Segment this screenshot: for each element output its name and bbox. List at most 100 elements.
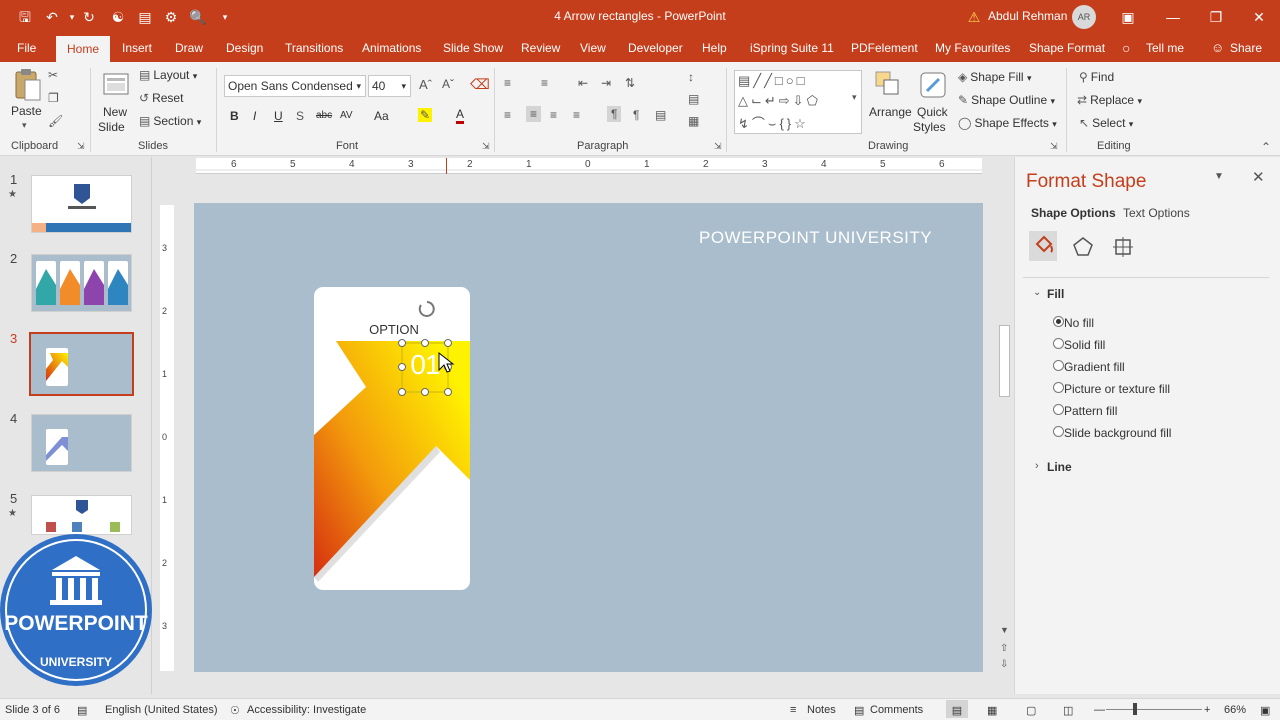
shapes-row-3[interactable]: ↯⌒⌣{}☆ xyxy=(738,113,809,132)
chevron-down-icon[interactable]: ⌄ xyxy=(1033,287,1041,298)
user-name[interactable]: Abdul Rehman xyxy=(988,9,1067,23)
previous-slide-icon[interactable]: ⇧ xyxy=(1000,643,1008,654)
next-slide-icon[interactable]: ⇩ xyxy=(1000,659,1008,670)
slide-thumbnail-2[interactable] xyxy=(31,254,132,312)
quick-styles-label[interactable]: Quick xyxy=(917,105,948,119)
tab-developer[interactable]: Developer xyxy=(628,34,683,62)
slide-thumbnail-1[interactable] xyxy=(31,175,132,233)
close-icon[interactable]: ✕ xyxy=(1244,6,1274,28)
text-shadow-icon[interactable]: S xyxy=(296,109,304,123)
drawing-launcher-icon[interactable]: ⇲ xyxy=(1050,141,1058,152)
shape-effects-button[interactable]: ◯ Shape Effects ▾ xyxy=(958,116,1057,130)
comments-icon[interactable]: ▤ xyxy=(854,704,864,717)
collapse-ribbon-icon[interactable]: ⌃ xyxy=(1261,140,1271,154)
arrange-icon[interactable] xyxy=(874,70,902,100)
find-button[interactable]: ⚲ Find xyxy=(1079,70,1114,84)
radio-slide-bg-fill[interactable] xyxy=(1053,426,1064,437)
warning-icon[interactable]: ⚠ xyxy=(964,8,984,26)
size-properties-icon[interactable] xyxy=(1111,235,1135,259)
radio-no-fill[interactable] xyxy=(1053,316,1064,327)
gallery-more-icon[interactable]: ▾ xyxy=(852,92,857,103)
quick-styles-label-2[interactable]: Styles xyxy=(913,120,946,134)
new-slide-label[interactable]: New xyxy=(103,105,127,119)
slide-sorter-icon[interactable]: ▦ xyxy=(987,704,997,717)
tab-pdfelement[interactable]: PDFelement xyxy=(851,34,918,62)
slide-title[interactable]: POWERPOINT UNIVERSITY xyxy=(699,228,959,248)
paste-button[interactable]: Paste xyxy=(11,104,42,118)
zoom-out-icon[interactable]: — xyxy=(1094,704,1105,716)
align-left-icon[interactable]: ≡ xyxy=(504,108,511,122)
accessibility-status[interactable]: Accessibility: Investigate xyxy=(247,704,366,716)
font-color-button[interactable]: A xyxy=(456,108,465,124)
maximize-icon[interactable]: ❐ xyxy=(1201,6,1231,28)
tab-home[interactable]: Home xyxy=(56,36,111,62)
zoom-slider-track[interactable] xyxy=(1106,709,1202,710)
tab-draw[interactable]: Draw xyxy=(175,34,203,62)
fit-slide-icon[interactable]: ▣ xyxy=(1260,704,1270,717)
layout-button[interactable]: ▤ Layout ▾ xyxy=(139,68,197,82)
rtl-icon[interactable]: ¶ xyxy=(633,108,639,122)
selection-frame[interactable] xyxy=(396,298,460,398)
radio-picture-fill[interactable] xyxy=(1053,382,1064,393)
zoom-level[interactable]: 66% xyxy=(1224,704,1246,716)
close-pane-icon[interactable]: ✕ xyxy=(1252,168,1265,186)
fill-section-header[interactable]: Fill xyxy=(1047,287,1064,301)
radio-pattern-fill[interactable] xyxy=(1053,404,1064,415)
shapes-gallery[interactable]: ▤╱╱□○□ △⌙↵⇨⇩⬠ ↯⌒⌣{}☆ xyxy=(734,70,862,134)
tab-shape-format[interactable]: Shape Format xyxy=(1029,34,1105,62)
share-button[interactable]: Share xyxy=(1230,34,1262,62)
char-spacing-button[interactable]: AV xyxy=(340,110,353,121)
radio-solid-fill[interactable] xyxy=(1053,338,1064,349)
tab-animations[interactable]: Animations xyxy=(362,34,421,62)
tab-slide-show[interactable]: Slide Show xyxy=(443,34,503,62)
slide-thumbnail-5[interactable] xyxy=(31,495,132,535)
font-size-combo[interactable]: 40 ▾ xyxy=(368,75,411,97)
align-right-icon[interactable]: ≡ xyxy=(550,108,557,122)
strikethrough-button[interactable]: abc xyxy=(316,110,332,121)
increase-indent-icon[interactable]: ⇥ xyxy=(601,76,611,90)
rotate-handle-icon[interactable] xyxy=(418,301,435,317)
tab-shape-options[interactable]: Shape Options xyxy=(1031,206,1116,220)
normal-view-icon[interactable]: ▤ xyxy=(946,700,968,718)
format-painter-icon[interactable]: 🖌 xyxy=(48,114,63,128)
cut-icon[interactable]: ✂ xyxy=(48,68,58,82)
smartart-icon[interactable]: ▦ xyxy=(688,114,699,128)
font-family-combo[interactable]: Open Sans Condensed ▾ xyxy=(224,75,366,97)
decrease-indent-icon[interactable]: ⇤ xyxy=(578,76,588,90)
tab-review[interactable]: Review xyxy=(521,34,560,62)
tell-me[interactable]: Tell me xyxy=(1146,34,1184,62)
option-no-fill[interactable]: No fill xyxy=(1064,316,1094,330)
tab-design[interactable]: Design xyxy=(226,34,263,62)
ltr-icon[interactable]: ¶ xyxy=(607,106,622,122)
paste-dropdown-icon[interactable]: ▾ xyxy=(22,120,27,131)
language-indicator[interactable]: English (United States) xyxy=(105,704,218,716)
chevron-right-icon[interactable]: › xyxy=(1035,460,1039,472)
shape-fill-button[interactable]: ◈ Shape Fill ▾ xyxy=(958,70,1031,84)
comments-button[interactable]: Comments xyxy=(870,704,923,716)
avatar[interactable]: AR xyxy=(1072,5,1096,29)
arrange-label[interactable]: Arrange xyxy=(869,105,912,119)
underline-button[interactable]: U xyxy=(274,109,283,123)
shapes-row-2[interactable]: △⌙↵⇨⇩⬠ xyxy=(738,93,821,109)
replace-button[interactable]: ⇄ Replace ▾ xyxy=(1077,93,1142,107)
bold-button[interactable]: B xyxy=(230,109,239,123)
spelling-icon[interactable]: ▤ xyxy=(77,704,87,717)
section-button[interactable]: ▤ Section ▾ xyxy=(139,114,201,128)
vertical-scrollbar[interactable]: ▼ ⇧ ⇩ xyxy=(996,175,1013,675)
minimize-icon[interactable]: — xyxy=(1158,6,1188,28)
paragraph-launcher-icon[interactable]: ⇲ xyxy=(714,141,722,152)
shapes-row-1[interactable]: ▤╱╱□○□ xyxy=(738,73,808,89)
tab-view[interactable]: View xyxy=(580,34,606,62)
align-center-icon[interactable]: ≡ xyxy=(526,106,542,122)
decrease-font-icon[interactable]: Aˇ xyxy=(442,77,454,91)
copy-icon[interactable]: ❐ xyxy=(48,91,59,105)
justify-icon[interactable]: ≡ xyxy=(573,108,580,122)
accessibility-icon[interactable]: ☉ xyxy=(230,704,240,717)
slideshow-icon[interactable]: ◫ xyxy=(1063,704,1073,717)
ribbon-display-icon[interactable]: ▣ xyxy=(1113,6,1143,28)
effects-pentagon-icon[interactable] xyxy=(1071,235,1095,259)
clipboard-launcher-icon[interactable]: ⇲ xyxy=(77,141,85,152)
increase-font-icon[interactable]: Aˆ xyxy=(419,77,432,92)
clear-formatting-icon[interactable]: ⌫ xyxy=(470,76,490,93)
tab-help[interactable]: Help xyxy=(702,34,727,62)
